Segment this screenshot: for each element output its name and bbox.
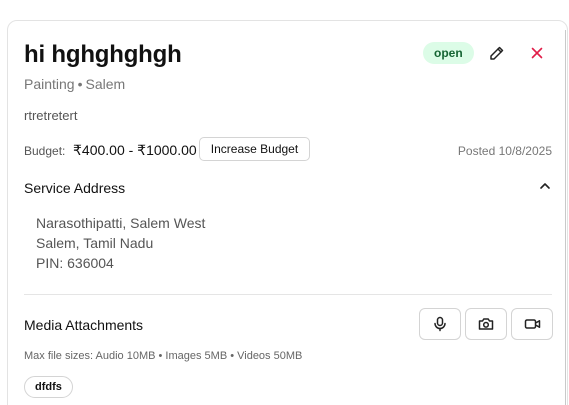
take-photo-button[interactable] [465, 308, 507, 340]
pencil-icon [490, 46, 504, 60]
attachment-chip[interactable]: dfdfs [24, 376, 73, 398]
file-size-limits: Max file sizes: Audio 10MB • Images 5MB … [24, 350, 303, 362]
posted-date: Posted 10/8/2025 [457, 144, 552, 158]
job-description: rtretretert [24, 108, 78, 123]
divider [24, 294, 552, 295]
camera-icon [478, 318, 494, 330]
budget-label: Budget: [24, 144, 66, 158]
close-icon [531, 47, 543, 59]
media-attachments-title: Media Attachments [24, 317, 144, 333]
job-subtitle: Painting • Salem [24, 76, 125, 92]
record-video-button[interactable] [511, 308, 553, 340]
address-line: Narasothipatti, Salem West [36, 215, 206, 231]
video-icon [524, 319, 540, 329]
job-location: Salem [85, 76, 126, 92]
chevron-up-icon[interactable] [537, 178, 553, 194]
status-badge: open [423, 42, 474, 64]
address-line: Salem, Tamil Nadu [36, 235, 154, 251]
close-button[interactable] [524, 40, 550, 66]
edit-button[interactable] [484, 40, 510, 66]
address-pin: PIN: 636004 [36, 255, 114, 271]
separator: • [77, 76, 83, 92]
job-category: Painting [24, 76, 75, 92]
microphone-icon [434, 316, 446, 332]
service-address-title: Service Address [24, 180, 126, 196]
budget-range: ₹400.00 - ₹1000.00 [73, 142, 197, 158]
increase-budget-button[interactable]: Increase Budget [199, 137, 310, 161]
record-audio-button[interactable] [419, 308, 461, 340]
job-title: hi hghghghgh [24, 41, 182, 68]
service-address: Narasothipatti, Salem West Salem, Tamil … [36, 213, 205, 273]
job-card: hi hghghghgh Painting • Salem rtretretert … [7, 20, 568, 405]
scrollbar-edge [565, 30, 566, 405]
